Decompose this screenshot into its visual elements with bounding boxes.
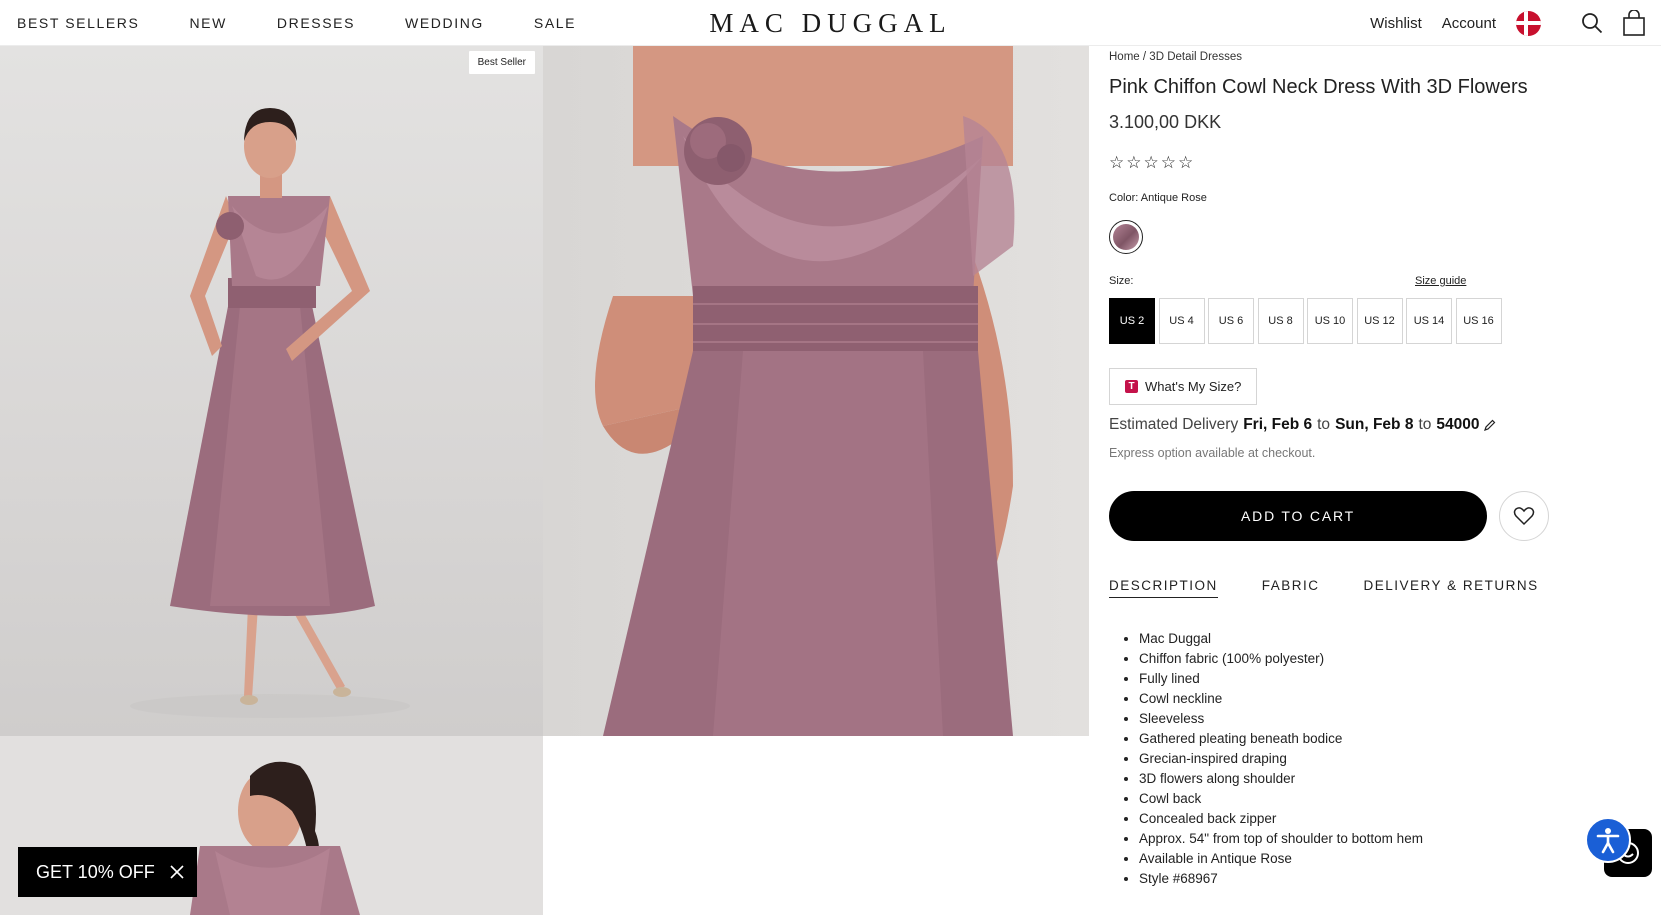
main-nav: BEST SELLERS NEW DRESSES WEDDING SALE [17,0,626,46]
breadcrumb-separator: / [1142,51,1147,63]
star-icon: ☆ [1160,153,1176,172]
delivery-until-date: Sun, Feb 8 [1335,416,1414,433]
size-selector: US 2 US 4 US 6 US 8 US 10 US 12 US 14 US… [1109,298,1505,344]
promo-banner[interactable]: GET 10% OFF [18,847,197,897]
size-option-us-2[interactable]: US 2 [1109,298,1155,344]
list-item: Chiffon fabric (100% polyester) [1139,649,1423,669]
tab-fabric[interactable]: FABRIC [1262,578,1320,598]
header-actions: Wishlist Account [1370,0,1647,46]
truefit-logo-icon: T [1125,380,1138,393]
tab-delivery-returns[interactable]: DELIVERY & RETURNS [1364,578,1539,598]
description-list: Mac Duggal Chiffon fabric (100% polyeste… [1139,629,1423,889]
best-seller-badge: Best Seller [468,51,535,74]
nav-best-sellers[interactable]: BEST SELLERS [17,15,139,31]
delivery-from-date: Fri, Feb 6 [1243,416,1313,433]
add-to-cart-button[interactable]: ADD TO CART [1109,491,1487,541]
star-icon: ☆ [1109,153,1125,172]
list-item: Approx. 54" from top of shoulder to bott… [1139,829,1423,849]
delivery-to-word: to [1317,416,1331,433]
breadcrumb: Home / 3D Detail Dresses [1109,51,1242,63]
color-swatch-antique-rose[interactable] [1109,220,1143,254]
breadcrumb-category[interactable]: 3D Detail Dresses [1149,51,1242,63]
whats-my-size-label: What's My Size? [1145,379,1242,394]
list-item: Concealed back zipper [1139,809,1423,829]
search-icon[interactable] [1579,10,1605,36]
list-item: Cowl back [1139,789,1423,809]
size-option-us-16[interactable]: US 16 [1455,298,1502,344]
list-item: Style #68967 [1139,869,1423,889]
size-option-us-14[interactable]: US 14 [1406,298,1452,344]
rating-stars[interactable]: ☆ ☆ ☆ ☆ ☆ [1109,154,1195,171]
list-item: 3D flowers along shoulder [1139,769,1423,789]
edit-pencil-icon[interactable] [1483,419,1496,432]
star-icon: ☆ [1126,153,1142,172]
account-link[interactable]: Account [1442,15,1496,32]
size-option-us-10[interactable]: US 10 [1307,298,1353,344]
star-icon: ☆ [1143,153,1159,172]
nav-sale[interactable]: SALE [534,15,576,31]
denmark-flag-icon[interactable] [1516,10,1541,36]
delivery-zip[interactable]: 54000 [1436,416,1479,434]
list-item: Grecian-inspired draping [1139,749,1423,769]
size-guide-link[interactable]: Size guide [1415,275,1466,287]
nav-wedding[interactable]: WEDDING [405,15,484,31]
color-label: Color: Antique Rose [1109,192,1207,204]
product-price: 3.100,00 DKK [1109,112,1222,132]
list-item: Available in Antique Rose [1139,849,1423,869]
size-option-us-12[interactable]: US 12 [1356,298,1403,344]
product-image-closeup[interactable] [543,46,1089,736]
star-icon: ☆ [1178,153,1194,172]
product-image-front[interactable]: Best Seller [0,46,543,736]
size-option-us-6[interactable]: US 6 [1208,298,1254,344]
list-item: Mac Duggal [1139,629,1423,649]
product-title: Pink Chiffon Cowl Neck Dress With 3D Flo… [1109,76,1528,98]
size-label: Size: [1109,275,1134,287]
list-item: Sleeveless [1139,709,1423,729]
whats-my-size-button[interactable]: T What's My Size? [1109,368,1257,405]
model-figure-closeup [595,46,1015,736]
close-icon[interactable] [169,864,185,880]
shopping-bag-icon[interactable] [1621,10,1647,36]
nav-new[interactable]: NEW [189,15,226,31]
site-header: BEST SELLERS NEW DRESSES WEDDING SALE MA… [0,0,1661,46]
model-figure-front [130,108,410,718]
size-option-us-4[interactable]: US 4 [1158,298,1205,344]
list-item: Cowl neckline [1139,689,1423,709]
breadcrumb-home[interactable]: Home [1109,51,1140,63]
tab-description[interactable]: DESCRIPTION [1109,578,1218,598]
accessibility-button[interactable] [1585,817,1631,863]
delivery-prefix: Estimated Delivery [1109,416,1239,433]
list-item: Fully lined [1139,669,1423,689]
promo-label: GET 10% OFF [36,861,155,882]
wishlist-link[interactable]: Wishlist [1370,15,1422,32]
estimated-delivery: Estimated Delivery Fri, Feb 6 to Sun, Fe… [1109,416,1496,434]
nav-dresses[interactable]: DRESSES [277,15,355,31]
product-info-tabs: DESCRIPTION FABRIC DELIVERY & RETURNS [1109,578,1583,598]
delivery-zip-word: to [1418,416,1432,433]
list-item: Gathered pleating beneath bodice [1139,729,1423,749]
express-note: Express option available at checkout. [1109,446,1316,460]
heart-icon [1513,507,1535,526]
size-option-us-8[interactable]: US 8 [1257,298,1304,344]
accessibility-icon [1596,828,1620,854]
add-to-wishlist-button[interactable] [1499,491,1549,541]
